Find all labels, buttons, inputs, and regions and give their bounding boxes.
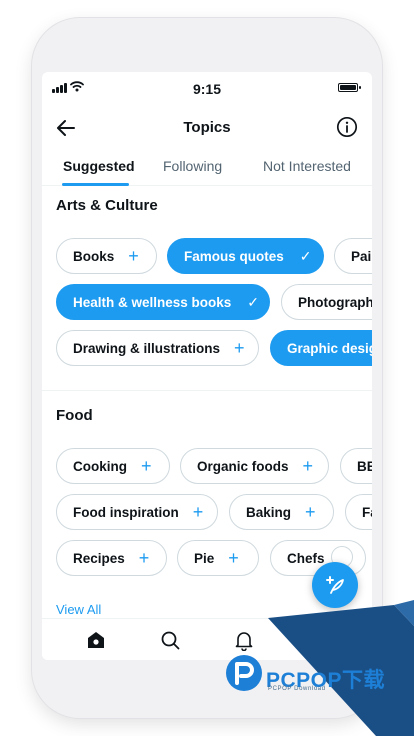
plus-icon: + <box>192 502 204 522</box>
chip-label: Photography <box>298 294 372 310</box>
topic-chip[interactable]: Baking + <box>229 494 334 530</box>
status-time: 9:15 <box>192 81 222 97</box>
topic-chip-selected[interactable]: Graphic desig <box>270 330 372 366</box>
section-title-food: Food <box>56 407 93 424</box>
chip-label: Graphic desig <box>287 340 372 356</box>
plus-icon: + <box>234 338 245 358</box>
tab-suggested[interactable]: Suggested <box>63 158 135 174</box>
chip-label: BE <box>357 458 372 474</box>
watermark-subtitle: PCPOP Download <box>268 686 326 692</box>
chip-label: Pai <box>351 248 372 264</box>
plus-icon: + <box>302 456 314 476</box>
pcpop-logo-icon <box>226 655 262 691</box>
chip-label: Organic foods <box>197 458 289 474</box>
topic-chip[interactable]: Books + <box>56 238 157 274</box>
topic-chip[interactable]: BE <box>340 448 372 484</box>
chip-label: Famous quotes <box>184 248 284 264</box>
topic-chip-selected[interactable]: Health & wellness books ✓ <box>56 284 270 320</box>
plus-icon: + <box>305 502 316 522</box>
home-icon[interactable] <box>85 629 107 651</box>
section-title-arts-culture: Arts & Culture <box>56 197 158 214</box>
chip-label: Baking <box>246 504 292 520</box>
status-bar: 9:15 <box>42 72 372 104</box>
plus-icon: + <box>138 548 150 568</box>
plus-icon: + <box>128 246 139 266</box>
topic-chip[interactable]: Pai <box>334 238 372 274</box>
page-title: Topics <box>183 119 231 136</box>
topic-chip[interactable]: Fa <box>345 494 372 530</box>
topic-chip[interactable]: Pie + <box>177 540 259 576</box>
header: Topics <box>42 108 372 148</box>
chip-label: Health & wellness books <box>73 294 232 310</box>
topic-chip[interactable]: Cooking + <box>56 448 170 484</box>
topic-chip[interactable]: Photography <box>281 284 372 320</box>
chip-label: Chefs <box>287 550 325 566</box>
info-icon[interactable] <box>336 116 358 138</box>
topic-chip[interactable]: Food inspiration + <box>56 494 218 530</box>
tab-following[interactable]: Following <box>163 158 222 174</box>
tab-bar: Suggested Following Not Interested <box>42 152 372 186</box>
notifications-icon[interactable] <box>233 629 255 651</box>
compose-icon <box>326 576 344 594</box>
check-icon: ✓ <box>299 247 312 264</box>
plus-icon: + <box>228 548 239 568</box>
section-divider <box>42 390 372 391</box>
chip-label: Food inspiration <box>73 504 179 520</box>
chip-label: Fa <box>362 504 372 520</box>
search-icon[interactable] <box>159 629 181 651</box>
check-icon: ✓ <box>247 293 260 310</box>
chip-label: Recipes <box>73 550 125 566</box>
chip-label: Pie <box>194 550 215 566</box>
app-screen: 9:15 Topics Suggested Following Not Inte… <box>42 72 372 660</box>
topic-chip[interactable]: Drawing & illustrations + <box>56 330 259 366</box>
topic-chip[interactable]: Organic foods + <box>180 448 329 484</box>
topic-chip-selected[interactable]: Famous quotes ✓ <box>167 238 324 274</box>
view-all-link[interactable]: View All <box>56 602 101 617</box>
chip-label: Drawing & illustrations <box>73 340 221 356</box>
bottom-nav <box>42 618 372 660</box>
plus-icon: + <box>141 456 152 476</box>
topic-chip[interactable]: Recipes + <box>56 540 167 576</box>
active-tab-indicator <box>62 183 129 186</box>
battery-icon <box>338 83 361 92</box>
chip-label: Books <box>73 248 115 264</box>
compose-button[interactable] <box>312 562 358 608</box>
chip-label: Cooking <box>73 458 127 474</box>
tab-not-interested[interactable]: Not Interested <box>263 158 351 174</box>
